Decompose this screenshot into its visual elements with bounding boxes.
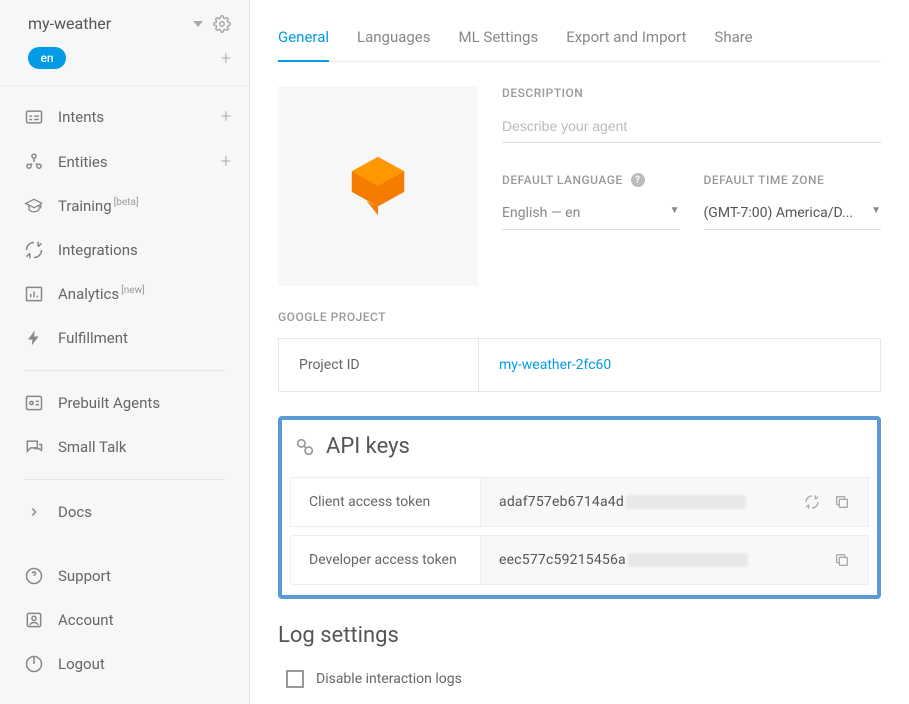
sidebar-item-integrations[interactable]: Integrations (0, 228, 249, 272)
sidebar-item-prebuilt[interactable]: Prebuilt Agents (0, 381, 249, 425)
token-blur (626, 495, 746, 509)
client-token-label: Client access token (291, 478, 481, 526)
sidebar-item-training[interactable]: Training[beta] (0, 184, 249, 228)
tab-general[interactable]: General (278, 14, 329, 62)
log-settings-title: Log settings (278, 623, 881, 648)
copy-icon[interactable] (834, 552, 850, 568)
sidebar-item-account[interactable]: Account (0, 598, 249, 642)
chevron-right-icon (24, 502, 44, 522)
developer-token-row: Developer access token eec577c59215456a (290, 535, 869, 585)
project-dropdown-icon[interactable] (193, 21, 203, 27)
account-icon (24, 610, 44, 630)
sidebar-item-label: Intents (58, 108, 104, 126)
sidebar-item-label: Docs (58, 503, 92, 521)
sidebar-item-fulfillment[interactable]: Fulfillment (0, 316, 249, 360)
add-intent-icon[interactable]: + (221, 106, 231, 127)
entities-icon (24, 152, 44, 172)
default-language-select[interactable]: English — en (502, 197, 680, 230)
log-settings-section: Log settings Disable interaction logs DA… (278, 623, 881, 704)
add-language-icon[interactable]: + (221, 48, 231, 69)
training-icon (24, 196, 44, 216)
description-input[interactable] (502, 110, 881, 143)
fulfillment-icon (24, 328, 44, 348)
developer-token-label: Developer access token (291, 536, 481, 584)
client-token-value: adaf757eb6714a4d (499, 494, 624, 510)
default-timezone-select[interactable]: (GMT-7:00) America/D... (704, 197, 882, 230)
sidebar-item-entities[interactable]: Entities + (0, 139, 249, 184)
token-blur (628, 553, 748, 567)
nav-divider (24, 370, 225, 371)
agent-section: DESCRIPTION DEFAULT LANGUAGE ? English —… (278, 86, 881, 286)
sidebar-item-docs[interactable]: Docs (0, 490, 249, 534)
sidebar-item-support[interactable]: Support (0, 554, 249, 598)
sidebar-item-label: Entities (58, 153, 108, 171)
logout-icon (24, 654, 44, 674)
sidebar-item-label: Analytics[new] (58, 285, 145, 303)
tab-export-import[interactable]: Export and Import (566, 14, 686, 61)
tab-ml-settings[interactable]: ML Settings (459, 14, 539, 61)
disable-logs-label: Disable interaction logs (316, 671, 462, 687)
default-timezone-label: DEFAULT TIME ZONE (704, 173, 882, 187)
help-icon[interactable]: ? (631, 173, 645, 187)
sidebar-item-label: Fulfillment (58, 329, 128, 347)
main-content: General Languages ML Settings Export and… (250, 0, 909, 704)
project-id-label: Project ID (279, 339, 479, 391)
agent-logo[interactable] (278, 86, 478, 286)
gear-icon[interactable] (213, 15, 231, 33)
sidebar-item-smalltalk[interactable]: Small Talk (0, 425, 249, 469)
sidebar-item-label: Small Talk (58, 438, 126, 456)
google-project-label: GOOGLE PROJECT (278, 310, 881, 324)
default-language-label: DEFAULT LANGUAGE ? (502, 173, 680, 187)
sidebar-item-label: Prebuilt Agents (58, 394, 160, 412)
tab-languages[interactable]: Languages (357, 14, 431, 61)
sidebar-item-logout[interactable]: Logout (0, 642, 249, 686)
dialogflow-logo-icon (343, 151, 413, 221)
sidebar-item-label: Training[beta] (58, 197, 139, 215)
sidebar-item-intents[interactable]: Intents + (0, 94, 249, 139)
regenerate-icon[interactable] (804, 494, 820, 510)
smalltalk-icon (24, 437, 44, 457)
nav-divider (24, 479, 225, 480)
developer-token-value: eec577c59215456a (499, 552, 626, 568)
prebuilt-icon (24, 393, 44, 413)
copy-icon[interactable] (834, 494, 850, 510)
sidebar-item-label: Account (58, 611, 114, 629)
tab-share[interactable]: Share (714, 14, 752, 61)
add-entity-icon[interactable]: + (221, 151, 231, 172)
project-id-link[interactable]: my-weather-2fc60 (499, 357, 611, 373)
client-token-row: Client access token adaf757eb6714a4d (290, 477, 869, 527)
support-icon (24, 566, 44, 586)
description-label: DESCRIPTION (502, 86, 881, 100)
api-keys-section: API keys Client access token adaf757eb67… (278, 416, 881, 599)
sidebar-item-label: Integrations (58, 241, 138, 259)
keys-icon (294, 436, 316, 458)
language-badge[interactable]: en (28, 47, 66, 69)
sidebar-item-label: Logout (58, 655, 105, 673)
project-name[interactable]: my-weather (28, 14, 111, 33)
api-keys-title: API keys (326, 434, 410, 459)
intents-icon (24, 107, 44, 127)
tabs: General Languages ML Settings Export and… (278, 0, 881, 62)
sidebar: my-weather en + Intents (0, 0, 250, 704)
sidebar-item-label: Support (58, 567, 111, 585)
disable-logs-checkbox[interactable] (286, 670, 304, 688)
integrations-icon (24, 240, 44, 260)
sidebar-item-analytics[interactable]: Analytics[new] (0, 272, 249, 316)
google-project-table: Project ID my-weather-2fc60 (278, 338, 881, 392)
analytics-icon (24, 284, 44, 304)
